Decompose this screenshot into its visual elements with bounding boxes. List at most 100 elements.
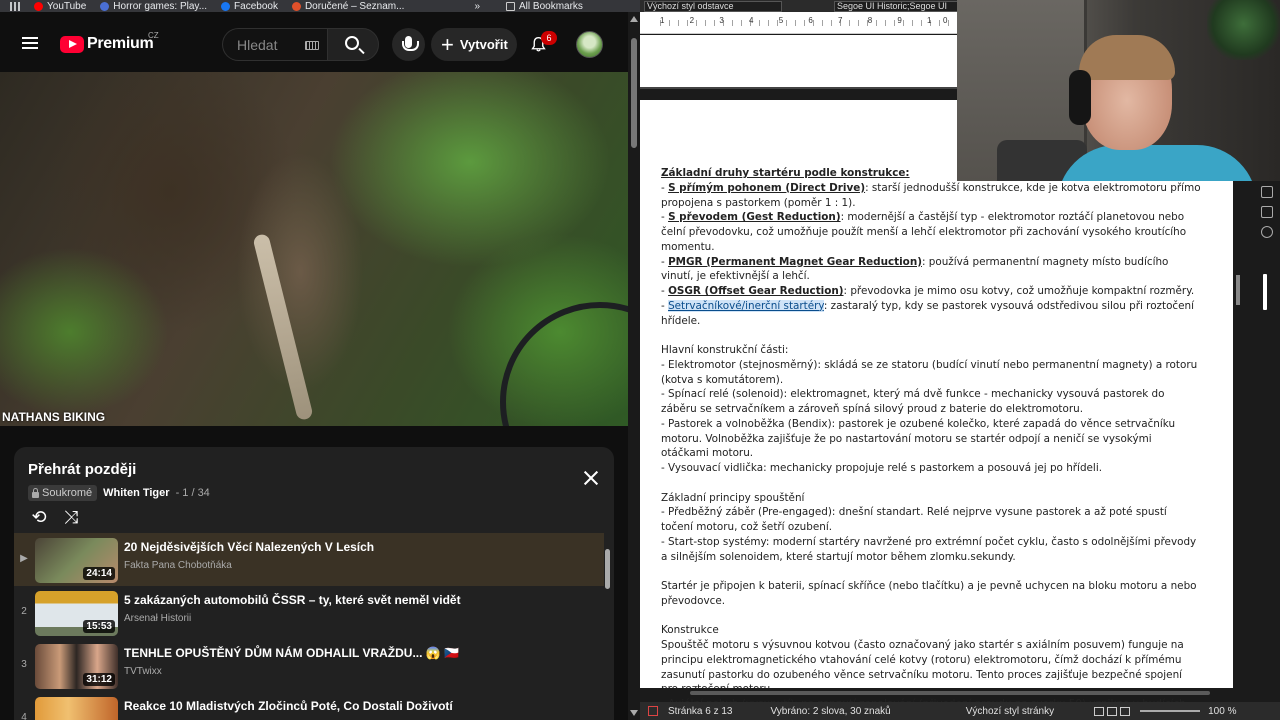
apps-grid-icon[interactable] (10, 1, 20, 11)
video-title[interactable]: 5 zakázaných automobilů ČSSR – ty, které… (124, 593, 461, 607)
playlist-panel: Přehrát později Soukromé Whiten Tiger - … (14, 447, 614, 720)
all-bookmarks-label: All Bookmarks (519, 0, 583, 12)
list-item: - PMGR (Permanent Magnet Gear Reduction)… (661, 255, 1201, 285)
video-title[interactable]: Reakce 10 Mladistvých Zločinců Poté, Co … (124, 699, 453, 713)
video-duration: 31:12 (83, 673, 115, 686)
navigator-icon[interactable] (1261, 226, 1273, 238)
list-item: - OSGR (Offset Gear Reduction): převodov… (661, 284, 1201, 299)
paragraph: - Předběžný záběr (Pre-engaged): dnešní … (661, 506, 1167, 533)
avatar[interactable] (576, 31, 603, 58)
search-input[interactable]: Hledat (222, 28, 327, 61)
item-prefix: - (661, 255, 669, 268)
search-button[interactable] (327, 28, 379, 61)
font-name-select[interactable]: Segoe UI Historic;Segoe UI (834, 0, 959, 12)
playlist-scrollbar[interactable] (604, 533, 612, 720)
playlist-title[interactable]: Přehrát později (28, 461, 136, 478)
zoom-level[interactable]: 100 % (1208, 706, 1236, 717)
bookmark-label: YouTube (47, 0, 87, 12)
bookmark-seznam[interactable]: Doručené – Seznam... (291, 1, 404, 12)
selected-text: Setrvačníkové/inerční startéry (668, 299, 824, 312)
paragraph-style-select[interactable]: Výchozí styl odstavce (644, 0, 782, 12)
paragraph: - Start-stop systémy: moderní startéry n… (661, 535, 1197, 563)
scroll-down-icon[interactable] (630, 710, 638, 716)
item-prefix: - (661, 181, 669, 194)
webcam-person (1079, 35, 1175, 80)
heading-principles: Základní principy spouštění (661, 491, 805, 504)
item-term: S převodem (Gest Reduction) (668, 211, 841, 224)
sidebar-toggle[interactable] (1263, 274, 1267, 310)
video-player[interactable]: NATHANS BIKING (0, 72, 628, 426)
document-text[interactable]: Základní druhy startéru podle konstrukce… (661, 166, 1201, 720)
scrollbar-thumb[interactable] (1236, 275, 1240, 305)
screen: YouTube Horror games: Play... Facebook D… (0, 0, 1280, 720)
headphones (1069, 70, 1091, 125)
page-style[interactable]: Výchozí styl stránky (966, 706, 1054, 717)
privacy-badge: Soukromé (28, 485, 98, 501)
bookmark-youtube[interactable]: YouTube (34, 1, 86, 12)
logo-region: CZ (148, 31, 159, 40)
bookmark-facebook[interactable]: Facebook (221, 1, 278, 12)
bookmark-horror-games[interactable]: Horror games: Play... (100, 1, 207, 12)
shuffle-icon[interactable]: ⤨ (60, 507, 82, 527)
video-channel[interactable]: TVTwixx (124, 666, 162, 677)
scrollbar-thumb[interactable] (690, 691, 1210, 695)
book-view-icon[interactable] (1120, 706, 1131, 716)
youtube-premium-logo[interactable]: Premium CZ (60, 31, 159, 53)
video-title[interactable]: 20 Nejděsivějších Věcí Nalezených V Lesí… (124, 540, 374, 554)
item-prefix: - (661, 211, 669, 224)
paragraph: - Elektromotor (stejnosměrný): skládá se… (661, 358, 1198, 386)
previous-page[interactable] (640, 35, 960, 87)
video-thumbnail[interactable]: 31:12 (35, 644, 118, 689)
list-item: - S přímým pohonem (Direct Drive): starš… (661, 181, 1201, 211)
horizontal-scrollbar[interactable] (640, 688, 1233, 698)
video-thumbnail[interactable]: 24:14 (35, 538, 118, 583)
search-placeholder: Hledat (237, 37, 278, 53)
create-button[interactable]: + Vytvořit (431, 28, 517, 61)
scroll-up-icon[interactable] (630, 16, 638, 22)
bookmarks-more-button[interactable]: » (474, 1, 480, 12)
list-item: - S převodem (Gest Reduction): modernějš… (661, 210, 1201, 254)
item-index: 3 (21, 659, 27, 670)
playlist-item[interactable]: 3 31:12 TENHLE OPUŠTĚNÝ DŮM NÁM ODHALIL … (14, 639, 604, 692)
playlist-meta: Soukromé Whiten Tiger - 1 / 34 (28, 485, 210, 501)
voice-search-button[interactable] (392, 28, 425, 61)
youtube-play-icon (60, 35, 84, 53)
scrollbar-thumb[interactable] (631, 38, 637, 148)
view-layout-buttons[interactable] (1094, 706, 1131, 716)
single-page-view-icon[interactable] (1094, 706, 1105, 716)
page-scrollbar[interactable] (628, 12, 640, 720)
keyboard-icon[interactable] (305, 41, 319, 50)
playlist-item[interactable]: 2 15:53 5 zakázaných automobilů ČSSR – t… (14, 586, 604, 639)
loop-icon[interactable]: ⟲ (28, 507, 50, 527)
plus-icon: + (441, 31, 454, 57)
styles-icon[interactable] (1261, 206, 1273, 218)
page-count[interactable]: Stránka 6 z 13 (668, 706, 732, 717)
logo-text: Premium (87, 35, 154, 52)
video-thumbnail[interactable]: 15:53 (35, 591, 118, 636)
now-playing-icon: ▶ (20, 553, 28, 564)
video-thumbnail[interactable] (35, 697, 118, 720)
video-channel[interactable]: Fakta Pana Chobotňáka (124, 560, 232, 571)
paragraph: - Spínací relé (solenoid): elektromagnet… (661, 388, 1165, 415)
youtube-header: Premium CZ Hledat + Vytvořit 6 (0, 12, 628, 72)
zoom-slider[interactable] (1140, 710, 1201, 712)
video-content (500, 302, 628, 426)
item-term: S přímým pohonem (Direct Drive) (668, 181, 866, 194)
close-icon[interactable] (584, 471, 598, 485)
save-status-icon[interactable] (648, 706, 658, 716)
scrollbar-thumb[interactable] (605, 549, 610, 589)
hamburger-menu-icon[interactable] (22, 37, 38, 49)
multi-page-view-icon[interactable] (1107, 706, 1118, 716)
video-title[interactable]: TENHLE OPUŠTĚNÝ DŮM NÁM ODHALIL VRAŽDU..… (124, 646, 459, 660)
properties-icon[interactable] (1261, 186, 1273, 198)
document-page[interactable]: Základní druhy startéru podle konstrukce… (640, 100, 1233, 720)
video-duration: 15:53 (83, 620, 115, 633)
all-bookmarks-button[interactable]: All Bookmarks (506, 1, 583, 12)
playlist-item[interactable]: ▶ 24:14 20 Nejděsivějších Věcí Nalezenýc… (14, 533, 604, 586)
playlist-owner[interactable]: Whiten Tiger (103, 487, 169, 499)
status-bar: Stránka 6 z 13 Vybráno: 2 slova, 30 znak… (640, 702, 1280, 720)
document-scrollbar[interactable] (1233, 180, 1244, 688)
playlist-item[interactable]: 4 Reakce 10 Mladistvých Zločinců Poté, C… (14, 692, 604, 720)
video-channel[interactable]: Arsenał Historii (124, 613, 191, 624)
